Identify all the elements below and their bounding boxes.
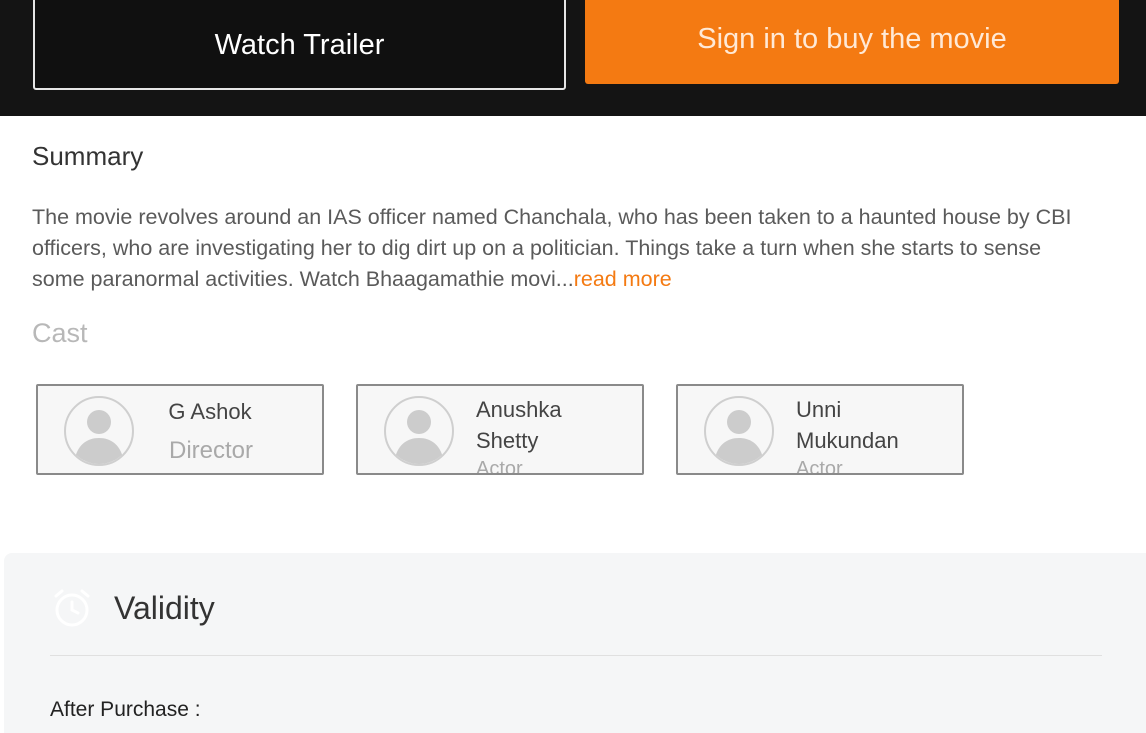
watch-trailer-button[interactable]: Watch Trailer (33, 0, 566, 90)
cast-name: Anushka Shetty (476, 397, 562, 453)
read-more-link[interactable]: read more (574, 267, 672, 291)
cast-name: Unni Mukundan (796, 397, 899, 453)
summary-text: The movie revolves around an IAS officer… (32, 202, 1092, 295)
cast-card[interactable]: Anushka Shetty Actor (356, 384, 644, 475)
after-purchase-label: After Purchase : (50, 698, 201, 721)
person-avatar-icon (384, 396, 454, 466)
cast-card[interactable]: Unni Mukundan Actor (676, 384, 964, 475)
cast-name: G Ashok (168, 399, 252, 424)
divider (50, 655, 1102, 656)
cast-role: Actor (796, 458, 843, 475)
validity-heading: Validity (114, 590, 215, 626)
summary-body: The movie revolves around an IAS officer… (32, 205, 1072, 291)
person-avatar-icon (64, 396, 134, 466)
cast-card[interactable]: G Ashok Director (36, 384, 324, 475)
cast-heading: Cast (32, 318, 88, 348)
alarm-clock-icon (50, 586, 94, 630)
summary-heading: Summary (32, 141, 144, 171)
action-bar: Watch Trailer Sign in to buy the movie (0, 0, 1146, 116)
cast-role: Director (168, 437, 253, 464)
cast-role: Actor (476, 458, 523, 475)
sign-in-to-buy-button[interactable]: Sign in to buy the movie (585, 0, 1119, 84)
person-avatar-icon (704, 396, 774, 466)
